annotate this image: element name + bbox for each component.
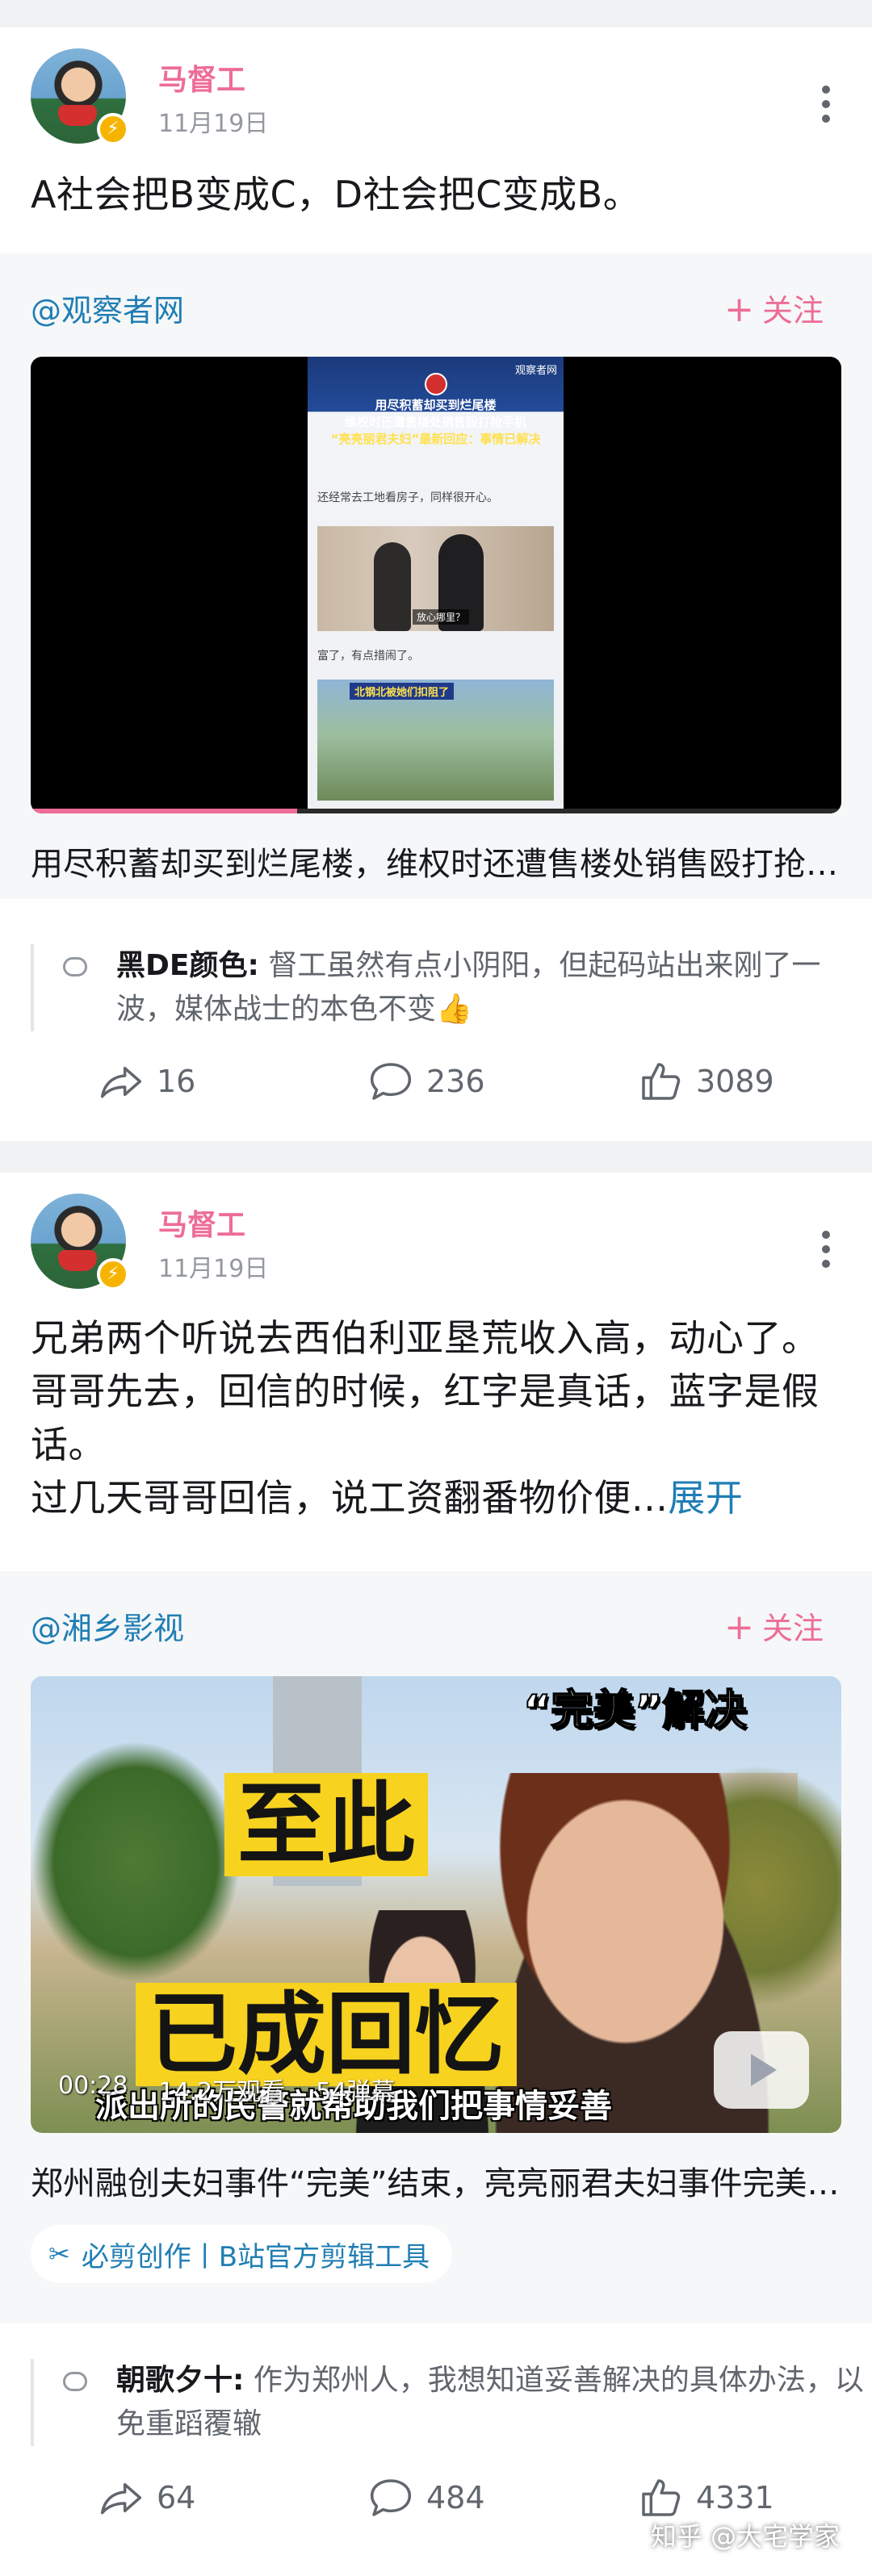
follow-label: 关注 [761, 1611, 824, 1646]
video-player[interactable]: 观察者网 用尽积蓄却买到烂尾楼 维权时还遭售楼处销售殴打抢手机 “亮亮丽君夫妇”… [31, 357, 841, 813]
video-player[interactable]: “完美”解决 至此 已成回忆 派出所的民警就帮助我们把事情妥善 00:28 14… [31, 1676, 841, 2133]
avatar[interactable]: ⚡ [31, 1194, 129, 1290]
thumb-photo: 北钢北被她们扣阻了 [317, 680, 554, 801]
like-count: 4331 [696, 2480, 774, 2515]
video-danmaku: 54弹幕 [316, 2078, 396, 2106]
repost-author[interactable]: @观察者网 [31, 286, 184, 330]
channel-logo-icon [425, 373, 447, 395]
post-card[interactable]: ⚡ 马督工 11月19日 A社会把B变成C，D社会把C变成B。 @观察者网 + 关… [0, 27, 872, 1141]
repost-block[interactable]: @观察者网 + 关注 观察者网 用尽积蓄却买到烂尾楼 维权时还遭售楼处销售殴打抢手… [0, 253, 872, 899]
thumbs-up-icon [642, 1063, 681, 1100]
thumb-line: “亮亮丽君夫妇”最新回应：事情已解决 [330, 432, 541, 446]
like-button[interactable]: 4331 [638, 2475, 774, 2520]
watermark: 知乎 @大宅学家 [650, 2521, 840, 2552]
repost-author[interactable]: @湘乡影视 [31, 1604, 184, 1648]
avatar-scarf [58, 105, 97, 126]
thumb-text: 富了，有点措闹了。 [317, 650, 419, 663]
video-caption: 已成回忆 [136, 1983, 517, 2086]
thumb-caption: 北钢北被她们扣阻了 [350, 683, 455, 700]
share-icon [100, 1066, 142, 1098]
follow-button[interactable]: + 关注 [724, 1604, 824, 1648]
share-count: 16 [157, 1064, 196, 1099]
scissors-icon: ✂ [48, 2239, 70, 2269]
verified-badge-icon: ⚡ [97, 113, 129, 145]
follow-button[interactable]: + 关注 [724, 286, 824, 330]
comment-icon [370, 2479, 412, 2516]
verified-badge-icon: ⚡ [97, 1258, 129, 1290]
video-duration: 00:28 [58, 2072, 128, 2100]
share-button[interactable]: 16 [99, 1059, 195, 1104]
post-text-truncated: 过几天哥哥回信，说工资翻番物价便... [31, 1476, 669, 1520]
video-views: 14.2万观看 [158, 2078, 286, 2106]
scene-tree [31, 1741, 241, 1983]
commenter-name[interactable]: 黑DE颜色: [116, 949, 259, 982]
author-name[interactable]: 马督工 [158, 1202, 245, 1244]
share-icon [100, 2482, 142, 2515]
video-title[interactable]: 用尽积蓄却买到烂尾楼，维权时还遭售楼处销售殴打抢手机 [31, 838, 841, 884]
repost-block[interactable]: @湘乡影视 + 关注 “完美”解决 至此 已成回忆 派出所的民警就帮助我们把事情妥… [0, 1571, 872, 2323]
post-text-body: 兄弟两个听说去西伯利亚垦荒收入高，动心了。哥哥先去，回信的时候，红字是真话，蓝字… [31, 1316, 820, 1466]
post-text-preview: 过几天哥哥回信，说工资翻番物价便...展开 [31, 1471, 838, 1524]
hot-comment[interactable]: 朝歌夕十: 作为郑州人，我想知道妥善解决的具体办法，以免重蹈覆辙 [31, 2359, 864, 2446]
video-caption: 至此 [224, 1773, 428, 1876]
feed: ⚡ 马督工 11月19日 A社会把B变成C，D社会把C变成B。 @观察者网 + 关… [0, 0, 872, 2576]
video-meta: 00:28 14.2万观看 54弹幕 [58, 2072, 395, 2107]
comment-bubble-icon [63, 957, 87, 976]
hot-comment[interactable]: 黑DE颜色: 督工虽然有点小阴阳，但起码站出来刚了一波，媒体战士的本色不变👍 [31, 944, 845, 1031]
commenter-name[interactable]: 朝歌夕十: [116, 2364, 244, 2397]
comment-text: 黑DE颜色: 督工虽然有点小阴阳，但起码站出来刚了一波，媒体战士的本色不变👍 [116, 944, 872, 1031]
thumb-text: 还经常去工地看房子，同样很开心。 [317, 491, 498, 504]
expand-link[interactable]: 展开 [668, 1476, 743, 1520]
like-button[interactable]: 3089 [638, 1059, 774, 1104]
video-title[interactable]: 郑州融创夫妇事件“完美”结束，亮亮丽君夫妇事件完美解决 [31, 2157, 841, 2204]
share-button[interactable]: 64 [99, 2475, 195, 2520]
thumbs-up-icon [642, 2479, 681, 2516]
comment-count: 484 [426, 2480, 485, 2515]
comment-button[interactable]: 236 [368, 1059, 485, 1104]
thumb-headline: 用尽积蓄却买到烂尾楼 维权时还遭售楼处销售殴打抢手机 “亮亮丽君夫妇”最新回应：… [316, 397, 555, 470]
thumb-photo: 放心哪里？ [317, 526, 554, 631]
author-name[interactable]: 马督工 [158, 56, 245, 98]
like-count: 3089 [696, 1064, 774, 1099]
post-date: 11月19日 [158, 1255, 269, 1283]
more-options-icon[interactable] [822, 1231, 832, 1268]
avatar[interactable]: ⚡ [31, 48, 129, 145]
comment-count: 236 [426, 1064, 485, 1099]
plus-icon: + [724, 1607, 754, 1648]
video-thumbnail: 观察者网 用尽积蓄却买到烂尾楼 维权时还遭售楼处销售殴打抢手机 “亮亮丽君夫妇”… [308, 357, 564, 813]
video-progress-bar[interactable] [31, 809, 841, 813]
action-bar: 16 236 3089 [0, 1059, 872, 1123]
more-options-icon[interactable] [822, 86, 832, 123]
comment-icon [370, 1063, 412, 1100]
post-card[interactable]: ⚡ 马督工 11月19日 兄弟两个听说去西伯利亚垦荒收入高，动心了。哥哥先去，回… [0, 1173, 872, 2576]
plus-icon: + [724, 289, 754, 330]
thumb-caption: 放心哪里？ [413, 609, 470, 625]
comment-button[interactable]: 484 [368, 2475, 485, 2520]
thumb-line: 用尽积蓄却买到烂尾楼 [375, 398, 497, 412]
thumb-line: 维权时还遭售楼处销售殴打抢手机 [344, 415, 526, 429]
tool-tag-label: 必剪创作丨B站官方剪辑工具 [81, 2240, 430, 2273]
post-text[interactable]: 兄弟两个听说去西伯利亚垦荒收入高，动心了。哥哥先去，回信的时候，红字是真话，蓝字… [31, 1311, 838, 1524]
comment-text: 朝歌夕十: 作为郑州人，我想知道妥善解决的具体办法，以免重蹈覆辙 [116, 2359, 872, 2446]
comment-bubble-icon [63, 2372, 87, 2391]
follow-label: 关注 [761, 293, 824, 328]
tool-tag[interactable]: ✂ 必剪创作丨B站官方剪辑工具 [31, 2225, 453, 2283]
thumb-source: 观察者网 [514, 365, 557, 377]
post-text[interactable]: A社会把B变成C，D社会把C变成B。 [31, 168, 838, 221]
avatar-scarf [58, 1250, 97, 1271]
share-count: 64 [157, 2480, 196, 2515]
post-date: 11月19日 [158, 110, 269, 138]
tv-play-icon[interactable] [714, 2031, 809, 2109]
video-caption: “完美”解决 [522, 1686, 747, 1736]
